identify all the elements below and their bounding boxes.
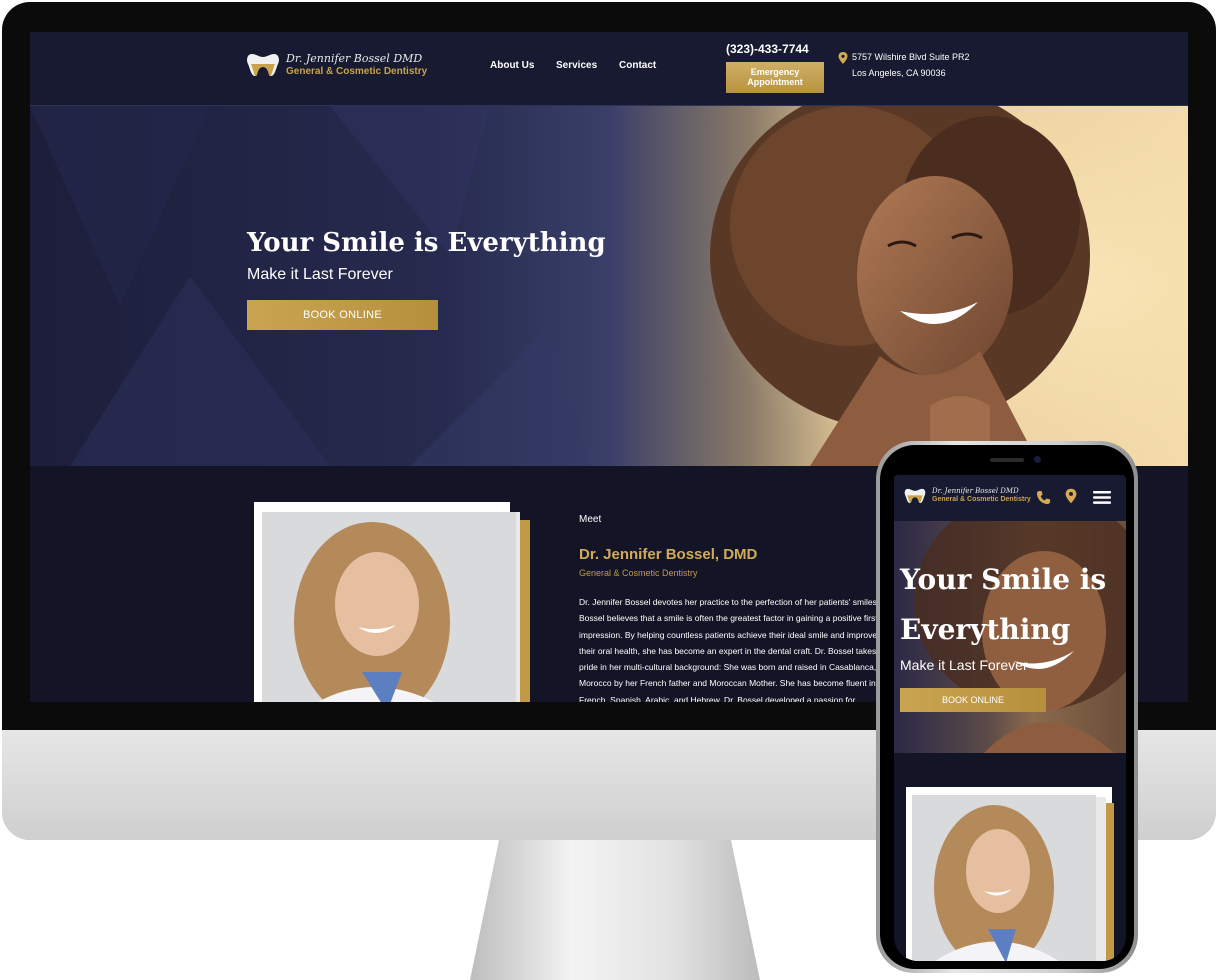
imac-stand [470, 840, 760, 980]
mobile-site-logo[interactable]: Dr. Jennifer Bossel DMD General & Cosmet… [904, 487, 1031, 505]
emergency-appointment-button[interactable]: Emergency Appointment [726, 62, 824, 93]
bio-line: Dr. Jennifer Bossel devotes her practice… [579, 597, 884, 607]
hero-banner: Your Smile is Everything Make it Last Fo… [30, 106, 1188, 466]
mobile-hero-title: Your Smile is Everything [900, 563, 1107, 646]
header-phone-link[interactable]: (323)-433-7744 [726, 42, 809, 56]
logo-subtitle: General & Cosmetic Dentistry [286, 65, 428, 77]
doctor-specialty: General & Cosmetic Dentistry [579, 568, 698, 578]
hero-portrait-image [30, 106, 1188, 466]
emergency-button-line2: Appointment [747, 77, 803, 87]
mobile-header: Dr. Jennifer Bossel DMD General & Cosmet… [894, 475, 1126, 521]
mobile-doctor-portrait-image [912, 795, 1096, 961]
tooth-logo-icon [904, 487, 926, 505]
bio-line: French, Spanish, Arabic, and Hebrew. Dr.… [579, 694, 856, 702]
tooth-logo-icon [246, 52, 280, 78]
nav-about-us[interactable]: About Us [490, 60, 534, 71]
site-logo[interactable]: Dr. Jennifer Bossel DMD General & Cosmet… [246, 52, 427, 78]
bio-line: pride in her multi-cultural background: … [579, 662, 877, 673]
phone-icon[interactable] [1036, 490, 1051, 505]
mobile-logo-signature: Dr. Jennifer Bossel DMD [932, 487, 1019, 496]
bio-line: impression. By helping countless patient… [579, 629, 878, 640]
nav-contact[interactable]: Contact [619, 60, 656, 71]
phone-body: Dr. Jennifer Bossel DMD General & Cosmet… [880, 445, 1134, 969]
emergency-button-line1: Emergency [750, 67, 800, 77]
hamburger-menu-icon[interactable] [1093, 491, 1111, 504]
map-pin-icon[interactable] [1065, 488, 1077, 504]
doctor-bio: Dr. Jennifer Bossel devotes her practice… [579, 594, 884, 702]
map-pin-icon [838, 52, 848, 64]
logo-signature: Dr. Jennifer Bossel DMD [286, 52, 423, 66]
mobile-book-online-button[interactable]: BOOK ONLINE [900, 688, 1046, 712]
bio-line: their oral health, she has become an exp… [579, 645, 877, 656]
hero-subtitle: Make it Last Forever [247, 266, 393, 283]
smartphone-frame: Dr. Jennifer Bossel DMD General & Cosmet… [876, 441, 1138, 973]
address-line-2[interactable]: Los Angeles, CA 90036 [852, 68, 946, 78]
nav-services[interactable]: Services [556, 60, 597, 71]
mobile-photo-white-accent [1096, 797, 1106, 961]
mobile-hero-subtitle: Make it Last Forever [900, 657, 1028, 673]
mobile-hero-banner: Your Smile is Everything Make it Last Fo… [894, 521, 1126, 753]
doctor-portrait-image [262, 512, 516, 702]
site-header: Dr. Jennifer Bossel DMD General & Cosmet… [30, 32, 1188, 106]
mobile-screen: Dr. Jennifer Bossel DMD General & Cosmet… [894, 475, 1126, 961]
address-line-1[interactable]: 5757 Wilshire Blvd Suite PR2 [852, 52, 970, 62]
book-online-button[interactable]: BOOK ONLINE [247, 300, 438, 330]
bio-line: Bossel believes that a smile is often th… [579, 613, 878, 624]
phone-speaker [990, 458, 1024, 462]
hero-title: Your Smile is Everything [247, 228, 606, 258]
phone-camera [1034, 456, 1041, 463]
doctor-name: Dr. Jennifer Bossel, DMD [579, 546, 758, 563]
meet-label: Meet [579, 514, 602, 525]
mobile-logo-subtitle: General & Cosmetic Dentistry [932, 496, 1031, 503]
bio-line: Morocco by her French father and Morocca… [579, 678, 876, 689]
